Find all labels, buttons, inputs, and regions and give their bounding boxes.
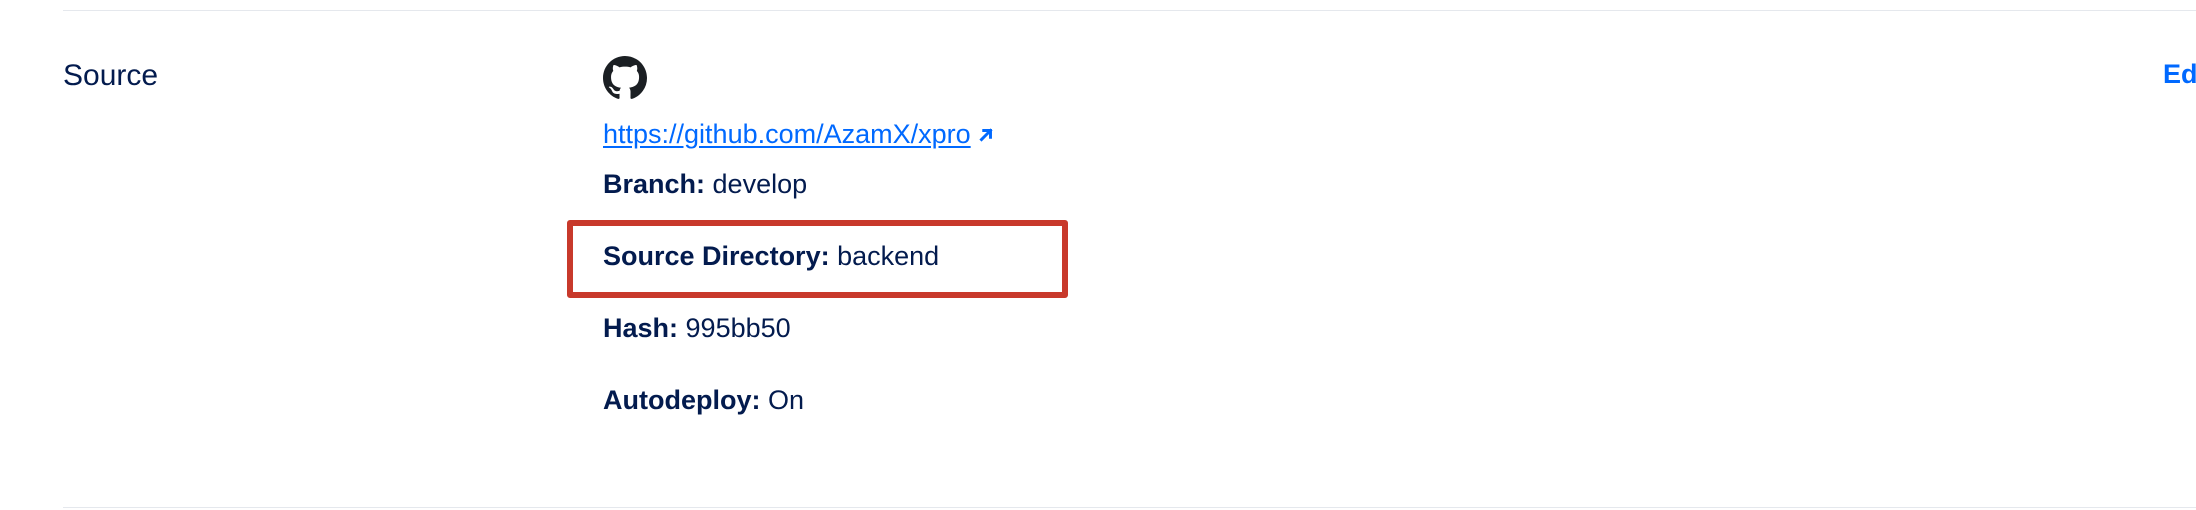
section-divider-bottom — [63, 507, 2196, 508]
section-divider-top — [63, 10, 2196, 11]
repo-link[interactable]: https://github.com/AzamX/xpro — [603, 116, 995, 152]
edit-button[interactable]: Ed — [2163, 56, 2196, 92]
hash-label: Hash: — [603, 313, 679, 343]
github-icon — [603, 56, 647, 99]
hash-value: 995bb50 — [685, 313, 791, 343]
autodeploy-field: Autodeploy: On — [603, 382, 804, 418]
hash-field: Hash: 995bb50 — [603, 310, 791, 346]
external-link-arrow-icon — [979, 128, 993, 142]
branch-label: Branch: — [603, 169, 706, 199]
source-directory-value: backend — [837, 241, 940, 271]
branch-field: Branch: develop — [603, 166, 807, 202]
section-title: Source — [63, 59, 159, 92]
source-directory-label: Source Directory: — [603, 241, 830, 271]
autodeploy-value: On — [768, 385, 805, 415]
repo-url: https://github.com/AzamX/xpro — [603, 119, 971, 149]
branch-value: develop — [712, 169, 808, 199]
source-directory-field: Source Directory: backend — [603, 238, 939, 274]
autodeploy-label: Autodeploy: — [603, 385, 761, 415]
